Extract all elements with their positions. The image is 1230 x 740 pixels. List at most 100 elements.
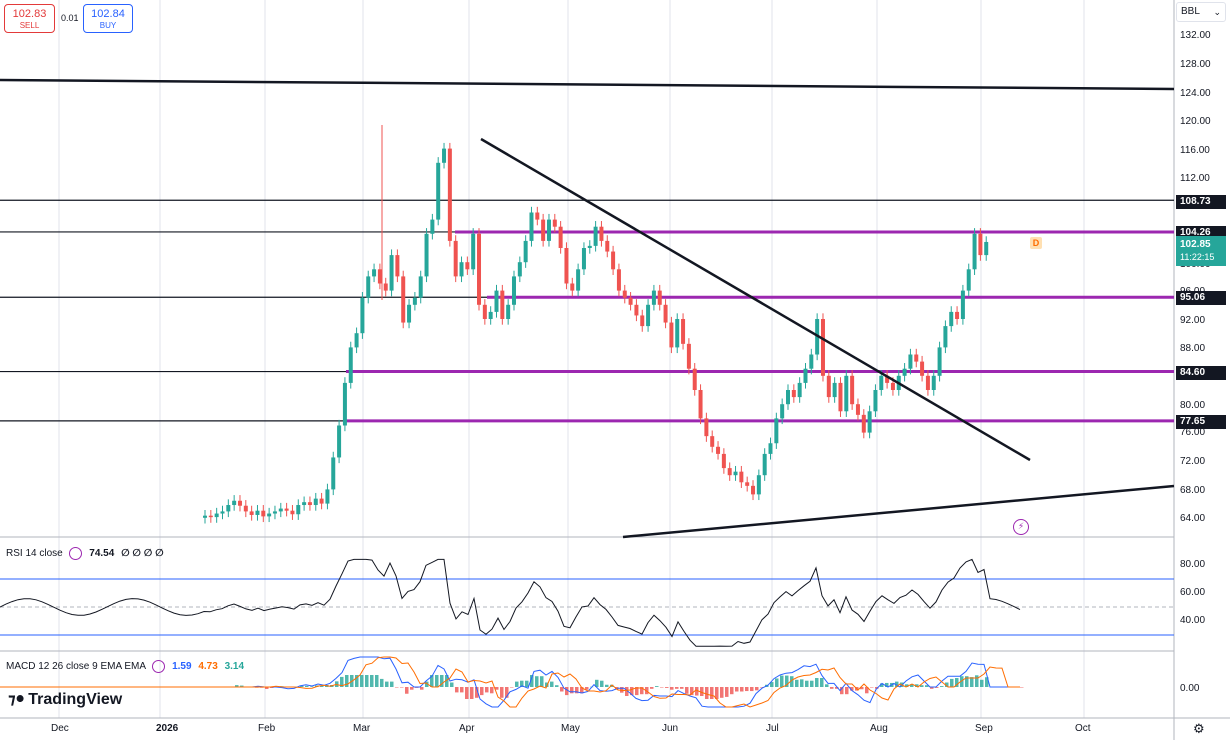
candle-body: [249, 511, 254, 515]
candle-body: [488, 311, 493, 319]
macd-histogram-bar: [845, 687, 849, 695]
macd-histogram-bar: [370, 675, 374, 687]
candle-body: [581, 248, 586, 270]
price-axis-label: 68.00: [1180, 485, 1206, 496]
candle-body: [331, 457, 336, 490]
chart-canvas[interactable]: [0, 0, 1230, 740]
candle-body: [692, 368, 697, 390]
candle-body: [628, 297, 633, 305]
macd-histogram-bar: [750, 687, 754, 692]
macd-histogram-bar: [810, 680, 814, 687]
candle-body: [558, 226, 563, 248]
rsi-legend[interactable]: RSI 14 close 74.54 ∅ ∅ ∅ ∅: [6, 547, 164, 560]
visibility-icon[interactable]: [152, 660, 166, 673]
logo-text: TradingView: [28, 691, 123, 708]
candle-body: [412, 297, 417, 305]
candle-body: [342, 382, 347, 426]
candle-body: [226, 505, 231, 512]
candle-body: [325, 489, 330, 504]
candle-body: [867, 411, 872, 433]
candle-body: [290, 510, 295, 515]
candle-body: [931, 375, 936, 390]
candle-body: [261, 510, 266, 517]
macd-histogram-bar: [400, 687, 404, 688]
candle-body: [296, 505, 301, 515]
macd-legend[interactable]: MACD 12 26 close 9 EMA EMA 1.59 4.73 3.1…: [6, 660, 244, 673]
candle-body: [797, 382, 802, 398]
candle-body: [972, 233, 977, 270]
macd-histogram-bar: [525, 680, 529, 687]
candle-body: [698, 390, 703, 419]
candle-body: [401, 276, 406, 323]
candle-body: [255, 510, 260, 515]
macd-histogram-bar: [710, 687, 714, 699]
candle-body: [319, 498, 324, 504]
candle-body: [733, 471, 738, 476]
candle-body: [511, 276, 516, 305]
candle-body: [675, 319, 680, 348]
visibility-icon[interactable]: [69, 547, 83, 560]
macd-histogram-bar: [720, 687, 724, 698]
macd-histogram-bar: [535, 676, 539, 687]
time-axis-label: Jun: [662, 723, 679, 734]
buy-button[interactable]: 102.84 BUY: [83, 4, 133, 33]
macd-histogram-bar: [395, 687, 399, 688]
macd-histogram-bar: [470, 687, 474, 699]
candle-body: [407, 304, 412, 323]
buy-price: 102.84: [91, 8, 125, 20]
candle-body: [576, 269, 581, 291]
candle-body: [762, 453, 767, 476]
candle-body: [756, 475, 761, 495]
gear-icon[interactable]: ⚙: [1193, 721, 1205, 737]
candle-body: [780, 404, 785, 419]
candle-body: [465, 262, 470, 270]
candle-body: [651, 290, 656, 305]
candle-body: [506, 304, 511, 319]
candle-body: [966, 269, 971, 291]
macd-histogram-bar: [940, 686, 944, 687]
candle-body: [949, 311, 954, 327]
macd-histogram-bar: [685, 687, 689, 694]
macd-histogram-bar: [435, 675, 439, 687]
candle-body: [920, 361, 925, 376]
lightning-icon[interactable]: ⚡: [1013, 519, 1029, 535]
candle-body: [383, 283, 388, 291]
rsi-axis-label: 80.00: [1180, 559, 1206, 570]
sell-button[interactable]: 102.83 SELL: [4, 4, 55, 33]
current-price: 102.85: [1180, 239, 1211, 250]
candle-body: [570, 283, 575, 291]
macd-histogram-bar: [780, 675, 784, 687]
candle-body: [517, 262, 522, 277]
macd-histogram-bar: [650, 687, 654, 689]
tradingview-logo[interactable]: ⁊⚫ TradingView: [8, 690, 122, 709]
candle-body: [850, 375, 855, 405]
chevron-down-icon: ⌄: [1213, 7, 1221, 17]
price-axis-label: 128.00: [1180, 59, 1211, 70]
candle-body: [739, 471, 744, 483]
macd-histogram-bar: [385, 681, 389, 687]
candle-body: [546, 219, 551, 241]
macd-histogram-bar: [310, 686, 314, 688]
candle-body: [232, 500, 237, 506]
candle-body: [535, 212, 540, 220]
candle-body: [978, 233, 983, 256]
macd-histogram-bar: [450, 682, 454, 687]
candle-body: [663, 304, 668, 323]
candle-body: [751, 485, 756, 495]
session-badge[interactable]: D: [1030, 237, 1042, 249]
macd-histogram-bar: [605, 684, 609, 687]
macd-histogram-bar: [705, 687, 709, 699]
macd-histogram-bar: [755, 687, 759, 691]
candle-body: [418, 276, 423, 298]
currency-selector[interactable]: BBL ⌄: [1176, 2, 1226, 22]
candle-body: [424, 233, 429, 277]
macd-histogram-bar: [510, 687, 514, 688]
candle-body: [605, 240, 610, 252]
currency-label: BBL: [1181, 6, 1200, 17]
macd-histogram-bar: [345, 675, 349, 687]
price-axis-label: 92.00: [1180, 315, 1206, 326]
candle-body: [937, 347, 942, 376]
price-axis-label: 132.00: [1180, 30, 1211, 41]
price-axis-label: 120.00: [1180, 116, 1211, 127]
time-axis-label: Aug: [870, 723, 888, 734]
